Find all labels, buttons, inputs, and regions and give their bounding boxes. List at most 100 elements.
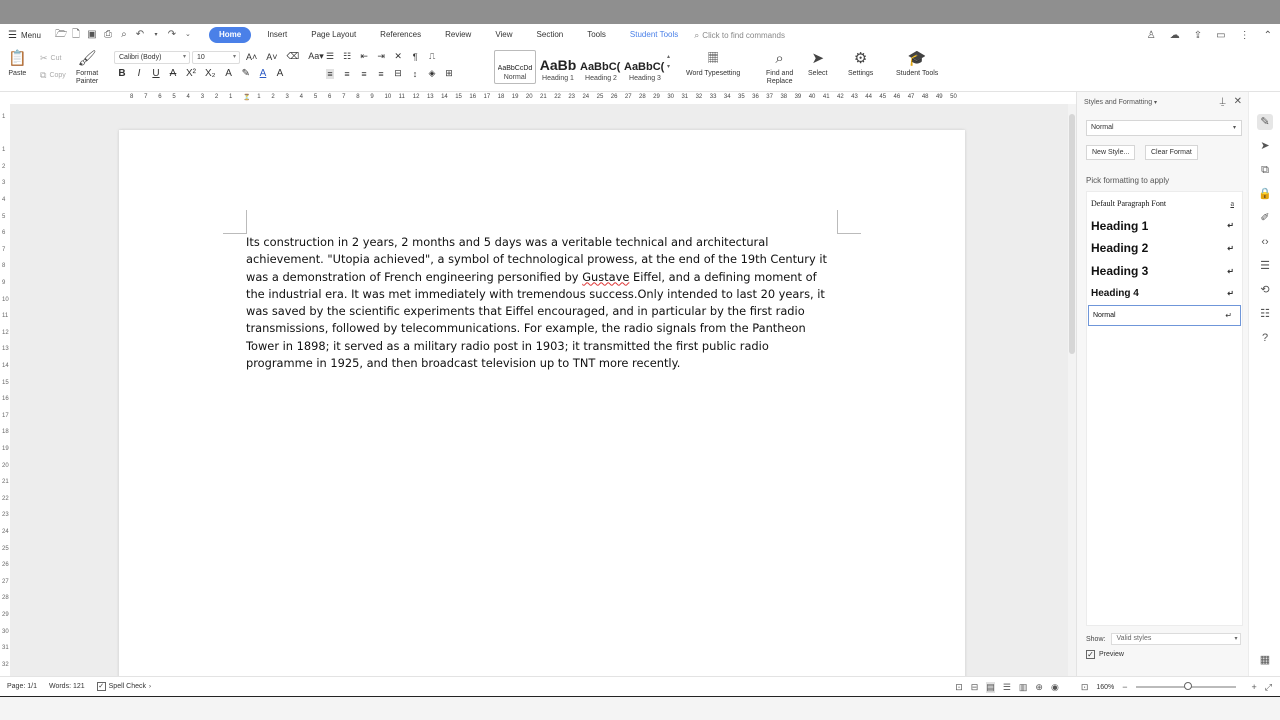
superscript-icon[interactable]: X² [186,68,196,79]
select-button[interactable]: ➤ Select [808,50,827,78]
tab-tools[interactable]: Tools [575,27,618,43]
word-count[interactable]: Words: 121 [49,683,85,690]
increase-indent-icon[interactable]: ⇥ [377,51,385,62]
distributed-icon[interactable]: ⊟ [394,68,402,79]
numbering-icon[interactable]: ☷ [343,51,351,62]
current-style-select[interactable]: Normal ▾ [1086,120,1242,136]
line-spacing-icon[interactable]: ↕ [411,69,419,79]
zoom-slider-knob[interactable] [1183,682,1192,690]
eye-protection-icon[interactable]: ◉ [1051,682,1059,693]
style-heading-3[interactable]: AaBbC( Heading 3 [624,50,666,84]
style-item-heading-4[interactable]: Heading 4 ↵ [1087,282,1242,305]
tab-references[interactable]: References [368,27,433,43]
style-item-heading-3[interactable]: Heading 3 ↵ [1087,260,1242,283]
tab-section[interactable]: Section [525,27,576,43]
strikethrough-icon[interactable]: A [169,68,177,79]
edit-pane-icon[interactable]: ✐ [1257,210,1273,226]
align-left-icon[interactable]: ≡ [326,68,334,79]
style-item-heading-1[interactable]: Heading 1 ↵ [1087,215,1242,238]
code-icon[interactable]: ‹› [1257,234,1273,250]
shapes-pane-icon[interactable]: ⧉ [1257,162,1273,178]
share-icon[interactable]: ⇪ [1194,30,1202,41]
style-heading-2[interactable]: AaBbC( Heading 2 [580,50,622,84]
collapse-ribbon-icon[interactable]: ⌃ [1264,30,1272,41]
font-name-select[interactable]: Calibri (Body) ▾ [114,51,190,64]
document-scrollbar[interactable] [1068,104,1076,676]
tab-insert[interactable]: Insert [255,27,299,43]
tab-page-layout[interactable]: Page Layout [299,27,368,43]
customize-toolbar-icon[interactable]: ⌄ [183,30,193,40]
align-center-icon[interactable]: ≡ [343,69,351,79]
word-typesetting-button[interactable]: 𝄜 Word Typesetting [686,50,740,78]
user-icon[interactable]: ♙ [1147,30,1156,41]
highlight-icon[interactable]: ✎ [242,68,250,79]
underline-icon[interactable]: U [152,68,160,79]
save-icon[interactable]: ▣ [87,30,97,40]
reading-layout-icon[interactable]: ▥ [1019,682,1028,693]
format-painter-button[interactable]: 🖌 Format Painter [76,50,98,86]
command-search[interactable]: ⌕ Click to find commands [694,30,785,41]
print-icon[interactable]: ⎙ [103,30,113,40]
comment-icon[interactable]: ▭ [1216,30,1225,41]
zoom-out-icon[interactable]: − [1122,682,1127,692]
settings-button[interactable]: ⚙ Settings [848,50,873,78]
web-layout-icon[interactable]: ⊕ [1035,682,1043,693]
read-mode-icon[interactable]: ⊟ [971,682,979,693]
align-right-icon[interactable]: ≡ [360,69,368,79]
cut-button[interactable]: ✂ Cut [40,53,61,64]
show-styles-select[interactable]: Valid styles ▾ [1111,633,1242,645]
borders-icon[interactable]: ⊞ [445,68,453,79]
bullets-icon[interactable]: ☰ [326,51,334,62]
style-heading-1[interactable]: AaBb Heading 1 [537,50,579,84]
paste-button[interactable]: 📋 Paste [8,50,27,78]
fit-page-icon[interactable]: ⊡ [1081,682,1089,693]
tab-review[interactable]: Review [433,27,483,43]
tab-stops-icon[interactable]: ⎍ [428,51,436,62]
style-item-normal[interactable]: Normal ↵ [1088,304,1241,326]
new-style-button[interactable]: New Style... [1086,145,1136,160]
clear-formatting-icon[interactable]: ⌫ [287,51,300,62]
print-preview-icon[interactable]: ⌕ [119,30,129,40]
protect-icon[interactable]: ⊡ [955,682,963,693]
subscript-icon[interactable]: X₂ [205,68,216,79]
tab-home[interactable]: Home [208,27,252,43]
help-icon[interactable]: ? [1257,330,1273,346]
find-replace-button[interactable]: ⌕ Find and Replace [766,50,793,86]
copy-button[interactable]: ⧉ Copy [40,70,66,81]
styles-pane-icon[interactable]: ✎ [1257,114,1273,130]
horizontal-ruler[interactable]: 8 7 6 5 4 3 2 1 ⏳ 1 2 3 4 5 6 7 8 9 10 11 12 13 14 15 16 17 18 19 20… [0,92,1070,104]
pin-icon[interactable]: ⍊ [1220,96,1226,107]
new-document-icon[interactable]: 🗋 [71,30,81,40]
preview-checkbox[interactable]: ✓ Preview [1086,650,1124,659]
paragraph-marks-icon[interactable]: ¶ [411,52,419,62]
style-normal[interactable]: AaBbCcDd Normal [494,50,536,84]
redo-icon[interactable]: ↷ [167,30,177,40]
scrollbar-thumb[interactable] [1069,114,1075,354]
page-view-icon[interactable]: ▤ [986,681,995,693]
storage-icon[interactable]: ☷ [1257,306,1273,322]
zoom-level[interactable]: 160% [1096,684,1114,691]
undo-dropdown-icon[interactable]: ▾ [151,30,161,40]
apps-grid-icon[interactable]: ▦ [1257,652,1273,668]
font-size-select[interactable]: 10 ▾ [192,51,240,64]
undo-icon[interactable]: ↶ [135,30,145,40]
decrease-indent-icon[interactable]: ⇤ [360,51,368,62]
panel-title[interactable]: Styles and Formatting ▾ [1084,99,1157,106]
shading-icon[interactable]: ◈ [428,68,436,79]
change-case-icon[interactable]: Aa▾ [308,51,324,62]
bold-icon[interactable]: B [118,68,126,79]
italic-icon[interactable]: I [135,68,143,79]
outline-view-icon[interactable]: ☰ [1003,682,1011,693]
font-color-icon[interactable]: A [259,68,267,79]
close-icon[interactable]: ✕ [1234,96,1242,107]
page-count[interactable]: Page: 1/1 [7,683,37,690]
menu-button[interactable]: ☰ Menu [0,24,49,46]
decrease-font-icon[interactable]: A˅ [266,52,277,62]
body-paragraph[interactable]: Its construction in 2 years, 2 months an… [246,234,846,372]
misspelled-word[interactable]: Gustave [582,270,629,284]
spell-check-button[interactable]: ✓ Spell Check › [96,682,151,691]
character-shading-icon[interactable]: A [276,68,284,79]
style-item-default-paragraph-font[interactable]: Default Paragraph Font a [1087,192,1242,215]
open-folder-icon[interactable]: 🗁 [55,30,67,40]
zoom-slider[interactable] [1135,682,1236,690]
